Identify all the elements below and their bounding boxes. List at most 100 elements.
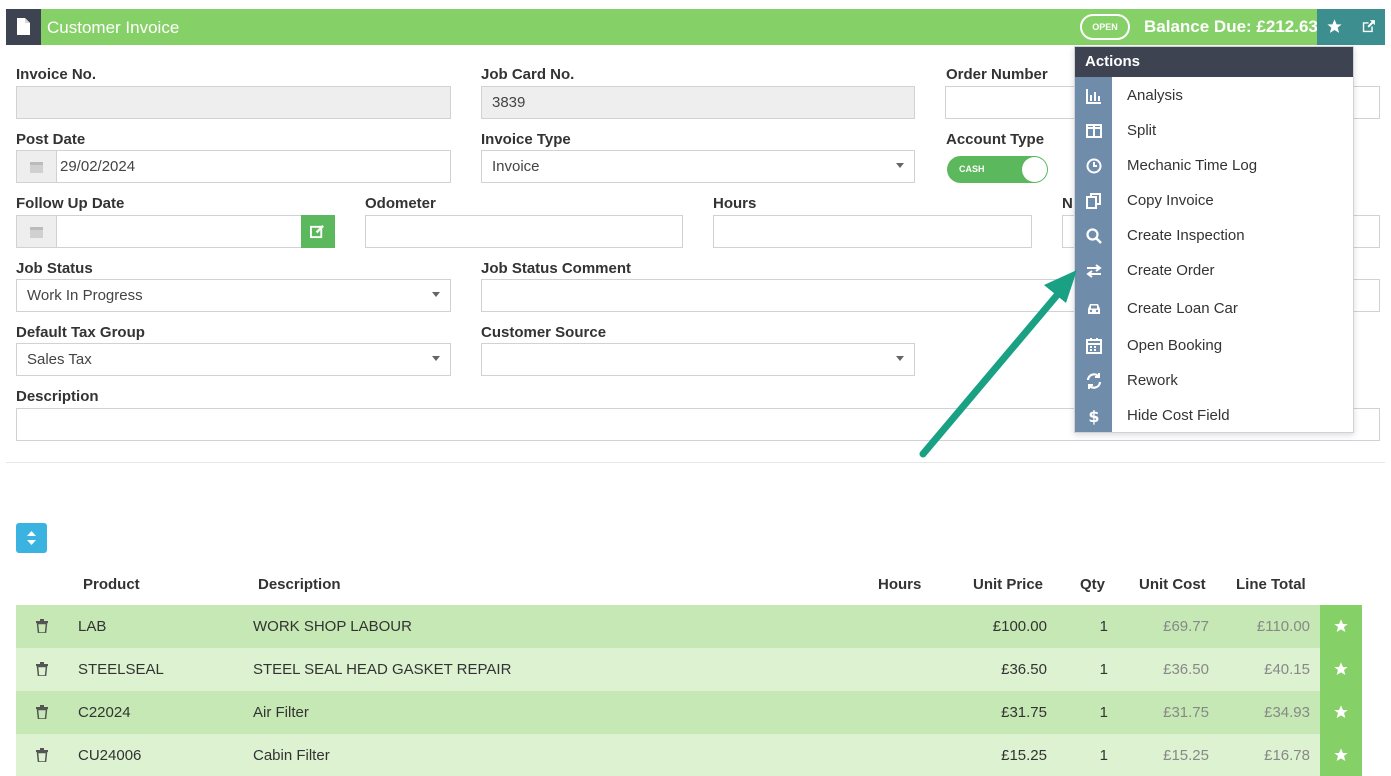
calendar-icon [30,227,43,238]
col-header-product: Product [83,576,140,593]
table-row[interactable]: CU24006 Cabin Filter £15.25 1 £15.25 £16… [16,734,1362,776]
refresh-icon [1086,373,1102,389]
actions-dropdown-menu: Actions Analysis Split Mechanic Time Log… [1074,46,1354,433]
section-divider [6,462,1385,463]
row-product: LAB [78,618,107,635]
row-star-button[interactable] [1320,605,1362,648]
row-qty: 1 [1099,704,1108,721]
row-star-button[interactable] [1320,648,1362,691]
menu-item-analysis[interactable]: Analysis [1075,78,1353,113]
row-star-button[interactable] [1320,734,1362,776]
calendar-addon[interactable] [17,151,57,182]
row-unit-price: £36.50 [1001,661,1047,678]
order-number-label: Order Number [946,66,1048,83]
row-qty: 1 [1099,618,1108,635]
chevron-down-icon [432,292,440,297]
sort-icon [27,531,36,545]
calendar-icon [30,162,43,173]
col-header-description: Description [258,576,341,593]
col-header-hours: Hours [878,576,922,593]
svg-text:$: $ [1088,407,1099,425]
row-description: WORK SHOP LABOUR [253,618,412,635]
default-tax-group-value: Sales Tax [27,351,92,368]
col-header-line-total: Line Total [1236,576,1306,593]
customer-source-label: Customer Source [481,324,607,341]
invoice-type-select[interactable]: Invoice [481,150,915,183]
row-product: CU24006 [78,747,142,764]
star-icon [1334,662,1348,675]
col-header-qty: Qty [1080,576,1106,593]
table-row[interactable]: STEELSEAL STEEL SEAL HEAD GASKET REPAIR … [16,648,1362,691]
edit-follow-up-button[interactable] [301,215,335,248]
invoice-no-label: Invoice No. [16,66,97,83]
trash-icon[interactable] [36,662,48,676]
sort-lines-button[interactable] [16,523,47,553]
customer-source-select[interactable] [481,343,915,376]
menu-item-label: Open Booking [1127,337,1223,354]
menu-item-label: Analysis [1127,87,1183,104]
odometer-input[interactable] [365,215,683,248]
menu-item-label: Split [1127,122,1157,139]
menu-item-mechanic-time-log[interactable]: Mechanic Time Log [1075,148,1353,183]
chevron-down-icon [432,356,440,361]
menu-item-split[interactable]: Split [1075,113,1353,148]
menu-item-create-inspection[interactable]: Create Inspection [1075,218,1353,253]
row-qty: 1 [1099,661,1108,678]
car-icon [1088,304,1100,314]
menu-item-label: Create Loan Car [1127,300,1238,317]
row-line-total: £40.15 [1264,661,1310,678]
row-star-button[interactable] [1320,691,1362,734]
columns-icon [1086,124,1102,138]
account-type-toggle[interactable]: CASH [947,156,1048,183]
star-icon [1334,619,1348,632]
invoice-no-field [16,86,451,119]
job-status-select[interactable]: Work In Progress [16,279,451,312]
row-description: Cabin Filter [253,747,330,764]
row-description: Air Filter [253,704,309,721]
col-header-unit-price: Unit Price [973,576,1044,593]
toggle-knob [1022,157,1047,182]
job-card-no-label: Job Card No. [481,66,575,83]
hours-input[interactable] [713,215,1032,248]
menu-item-label: Mechanic Time Log [1127,157,1258,174]
table-row[interactable]: C22024 Air Filter £31.75 1 £31.75 £34.93 [16,691,1362,734]
follow-up-date-input[interactable] [16,215,302,248]
menu-item-label: Create Inspection [1127,227,1245,244]
document-icon [17,18,30,35]
open-external-button[interactable] [1351,9,1385,45]
row-line-total: £34.93 [1264,704,1310,721]
row-product: C22024 [78,704,131,721]
star-icon [1334,748,1348,761]
chevron-down-icon [896,356,904,361]
copy-icon [1086,193,1101,209]
description-label: Description [16,388,99,405]
calendar-addon[interactable] [17,216,57,247]
job-status-comment-label: Job Status Comment [481,260,632,277]
row-description: STEEL SEAL HEAD GASKET REPAIR [253,661,512,678]
menu-item-copy-invoice[interactable]: Copy Invoice [1075,183,1353,218]
row-line-total: £110.00 [1256,618,1310,635]
row-line-total: £16.78 [1264,747,1310,764]
dollar-icon: $ [1088,407,1099,425]
table-row[interactable]: LAB WORK SHOP LABOUR £100.00 1 £69.77 £1… [16,605,1362,648]
menu-item-create-loan-car[interactable]: Create Loan Car [1075,291,1353,326]
menu-item-rework[interactable]: Rework [1075,363,1353,398]
account-type-value: CASH [959,164,985,174]
favourite-button[interactable] [1317,9,1351,45]
post-date-label: Post Date [16,131,86,148]
default-tax-group-select[interactable]: Sales Tax [16,343,451,376]
hours-label: Hours [713,195,757,212]
menu-item-open-booking[interactable]: Open Booking [1075,328,1353,363]
trash-icon[interactable] [36,619,48,633]
trash-icon[interactable] [36,748,48,762]
balance-due: Balance Due: £212.63 [1144,17,1318,36]
row-unit-price: £15.25 [1001,747,1047,764]
trash-icon[interactable] [36,705,48,719]
next-field-label: N [1062,195,1073,212]
menu-item-label: Create Order [1127,262,1215,279]
post-date-input[interactable]: 29/02/2024 [16,150,451,183]
odometer-label: Odometer [365,195,436,212]
row-qty: 1 [1099,747,1108,764]
menu-item-hide-cost-field[interactable]: $ Hide Cost Field [1075,398,1353,433]
menu-item-create-order[interactable]: Create Order [1075,253,1353,288]
